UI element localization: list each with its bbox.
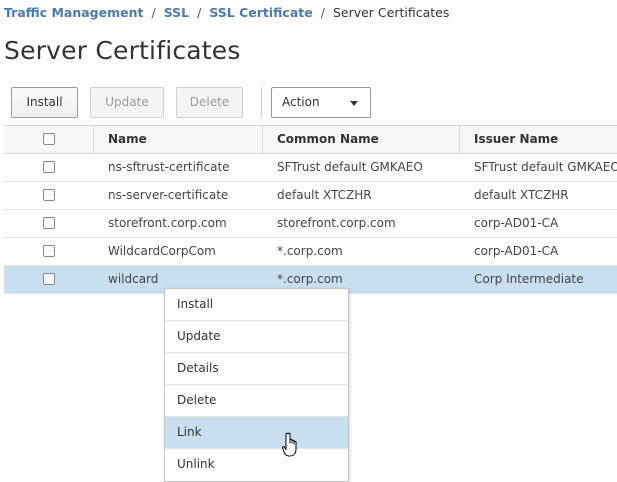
cell-common-name: default XTCZHR <box>277 188 372 202</box>
select-all-checkbox[interactable] <box>42 132 55 145</box>
cell-issuer-name: default XTCZHR <box>474 188 569 202</box>
certificates-table: Name Common Name Issuer Name ns-sftrust-… <box>4 125 617 294</box>
breadcrumb-ssl-certificate[interactable]: SSL Certificate <box>209 5 312 20</box>
menu-item-install[interactable]: Install <box>165 289 348 321</box>
cell-name: storefront.corp.com <box>108 216 227 230</box>
breadcrumb: Traffic Management / SSL / SSL Certificate / S… <box>4 4 449 22</box>
menu-item-update[interactable]: Update <box>165 321 348 353</box>
table-row[interactable]: WildcardCorpCom *.corp.com corp-AD01-CA <box>4 238 617 266</box>
table-row[interactable]: ns-sftrust-certificate SFTrust default G… <box>4 154 617 182</box>
row-checkbox[interactable] <box>42 272 55 285</box>
row-checkbox[interactable] <box>42 160 55 173</box>
row-checkbox[interactable] <box>42 188 55 201</box>
hand-pointer-icon <box>282 432 297 457</box>
chevron-down-icon <box>350 101 358 106</box>
update-button[interactable]: Update <box>90 87 164 118</box>
menu-item-delete[interactable]: Delete <box>165 385 348 417</box>
menu-item-link[interactable]: Link <box>165 417 348 449</box>
cell-common-name: *.corp.com <box>277 244 343 258</box>
cell-issuer-name: corp-AD01-CA <box>474 244 559 258</box>
delete-button[interactable]: Delete <box>176 87 243 118</box>
column-header-name[interactable]: Name <box>93 126 263 153</box>
action-dropdown-label: Action <box>282 95 320 109</box>
cell-name: WildcardCorpCom <box>108 244 216 258</box>
row-checkbox[interactable] <box>42 244 55 257</box>
breadcrumb-current: Server Certificates <box>332 5 450 20</box>
page-title: Server Certificates <box>4 36 241 65</box>
server-certificates-page: Traffic Management / SSL / SSL Certificate / S… <box>0 0 617 482</box>
column-header-issuer-name[interactable]: Issuer Name <box>459 126 617 153</box>
menu-item-details[interactable]: Details <box>165 353 348 385</box>
cell-issuer-name: SFTrust default GMKAEO <box>474 160 617 174</box>
install-button[interactable]: Install <box>11 87 78 118</box>
menu-item-unlink[interactable]: Unlink <box>165 449 348 481</box>
table-header: Name Common Name Issuer Name <box>4 126 617 154</box>
table-row[interactable]: ns-server-certificate default XTCZHR def… <box>4 182 617 210</box>
cell-issuer-name: Corp Intermediate <box>474 272 584 286</box>
breadcrumb-separator: / <box>197 5 202 20</box>
breadcrumb-separator: / <box>151 5 156 20</box>
action-dropdown[interactable]: Action <box>271 87 371 118</box>
breadcrumb-ssl[interactable]: SSL <box>164 5 189 20</box>
breadcrumb-separator: / <box>320 5 325 20</box>
cell-name: ns-sftrust-certificate <box>108 160 230 174</box>
row-checkbox[interactable] <box>42 216 55 229</box>
toolbar: Install Update Delete Action <box>11 87 611 118</box>
cell-common-name: storefront.corp.com <box>277 216 396 230</box>
table-row[interactable]: storefront.corp.com storefront.corp.com … <box>4 210 617 238</box>
row-context-menu: Install Update Details Delete Link Unlin… <box>164 288 349 482</box>
toolbar-divider <box>261 87 262 118</box>
cell-common-name: SFTrust default GMKAEO <box>277 160 423 174</box>
cell-name: ns-server-certificate <box>108 188 229 202</box>
breadcrumb-traffic-management[interactable]: Traffic Management <box>4 5 143 20</box>
column-header-common-name[interactable]: Common Name <box>262 126 459 153</box>
cell-issuer-name: corp-AD01-CA <box>474 216 559 230</box>
